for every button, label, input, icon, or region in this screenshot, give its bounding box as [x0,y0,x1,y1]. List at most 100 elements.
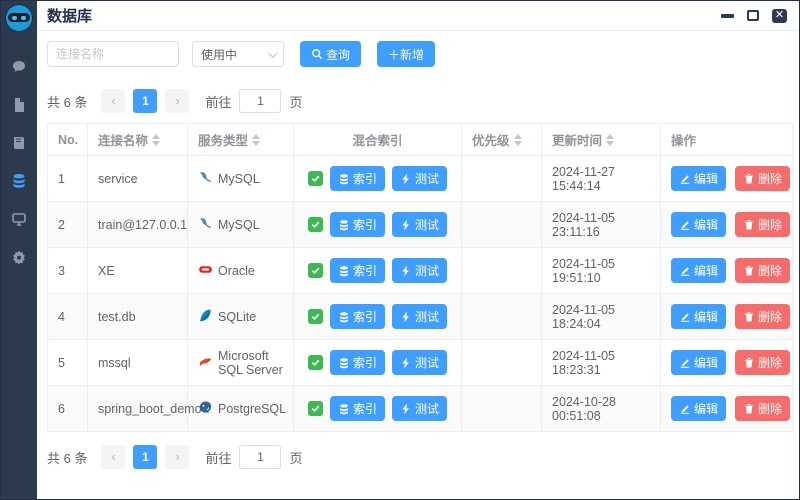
index-button[interactable]: 索引 [330,304,385,329]
index-button[interactable]: 索引 [330,396,385,421]
checked-checkbox-icon[interactable] [308,355,323,370]
checked-checkbox-icon[interactable] [308,171,323,186]
priority-cell [462,248,542,294]
index-button[interactable]: 索引 [330,258,385,283]
close-icon[interactable]: ✕ [772,9,787,23]
edit-button[interactable]: 编辑 [671,258,726,283]
column-header[interactable]: 连接名称 [88,124,188,156]
sidebar-item-notebook[interactable] [10,134,28,152]
operations-cell: 编辑删除 [661,386,793,432]
delete-button[interactable]: 删除 [735,396,790,421]
edit-button[interactable]: 编辑 [671,212,726,237]
table-row: 3XEOracle索引测试2024-11-05 19:51:10编辑删除 [48,248,793,294]
service-type-label: MySQL [218,172,260,186]
service-type-cell: SQLite [188,294,294,340]
delete-button[interactable]: 删除 [735,258,790,283]
goto-page-input[interactable] [239,445,281,469]
sort-caret-icon[interactable] [606,134,614,146]
page-number-button[interactable]: 1 [133,89,157,113]
service-type-cell: MySQL [188,202,294,248]
operations-cell: 编辑删除 [661,156,793,202]
index-button[interactable]: 索引 [330,212,385,237]
edit-button[interactable]: 编辑 [671,396,726,421]
goto-label: 前往 [205,448,231,467]
status-select[interactable]: 使用中 [192,41,284,67]
database-icon [11,173,27,189]
sidebar-item-settings[interactable] [10,248,28,266]
table-row: 2train@127.0.0.1MySQL索引测试2024-11-05 23:1… [48,202,793,248]
service-type-cell: MySQL [188,156,294,202]
sort-caret-icon[interactable] [252,134,260,146]
column-header-label: No. [58,133,78,147]
test-button[interactable]: 测试 [392,304,447,329]
service-type-label: Microsoft SQL Server [218,349,283,377]
priority-cell [462,340,542,386]
book-icon [11,135,27,151]
search-button[interactable]: 查询 [300,41,361,67]
checked-checkbox-icon[interactable] [308,401,323,416]
sidebar-item-database[interactable] [10,172,28,190]
main-content: 使用中 查询 ＋新增 共 6 条 ‹ 1 › 前往 页 [37,31,799,469]
updated-time-cell: 2024-11-05 18:23:31 [542,340,661,386]
edit-button[interactable]: 编辑 [671,166,726,191]
sort-caret-icon[interactable] [152,134,160,146]
delete-button[interactable]: 删除 [735,166,790,191]
test-button[interactable]: 测试 [392,166,447,191]
service-type-cell: Oracle [188,248,294,294]
delete-button[interactable]: 删除 [735,350,790,375]
page-title: 数据库 [47,5,92,26]
checked-checkbox-icon[interactable] [308,217,323,232]
mixed-index-cell: 索引测试 [294,156,462,202]
sort-caret-icon[interactable] [514,134,522,146]
test-button[interactable]: 测试 [392,258,447,283]
mssql-icon [198,354,213,372]
checked-checkbox-icon[interactable] [308,263,323,278]
index-button[interactable]: 索引 [330,166,385,191]
index-button[interactable]: 索引 [330,350,385,375]
delete-button[interactable]: 删除 [735,212,790,237]
edit-button[interactable]: 编辑 [671,350,726,375]
column-header-label: 混合索引 [352,130,402,149]
test-button[interactable]: 测试 [392,350,447,375]
column-header[interactable]: 服务类型 [188,124,294,156]
column-header[interactable]: 更新时间 [542,124,661,156]
priority-cell [462,202,542,248]
sidebar-item-documents[interactable] [10,96,28,114]
mixed-index-cell: 索引测试 [294,248,462,294]
page-number-button[interactable]: 1 [133,445,157,469]
postgresql-icon [198,400,213,418]
priority-cell [462,386,542,432]
row-number-cell: 3 [48,248,88,294]
next-page-button[interactable]: › [165,445,189,469]
mysql-icon [198,216,213,234]
delete-button[interactable]: 删除 [735,304,790,329]
connection-name-cell: service [88,156,188,202]
service-type-label: SQLite [218,310,256,324]
total-count: 共 6 条 [47,448,87,467]
connection-name-input[interactable] [47,41,179,67]
edit-button[interactable]: 编辑 [671,304,726,329]
priority-cell [462,294,542,340]
oracle-icon [198,262,213,280]
sidebar-item-chat[interactable] [10,58,28,76]
test-button[interactable]: 测试 [392,212,447,237]
goto-page-input[interactable] [239,89,281,113]
maximize-icon[interactable] [747,10,759,21]
updated-time-cell: 2024-11-05 18:24:04 [542,294,661,340]
minimize-icon[interactable] [721,14,734,18]
next-page-button[interactable]: › [165,89,189,113]
add-button[interactable]: ＋新增 [377,41,435,67]
prev-page-button[interactable]: ‹ [101,445,125,469]
sidebar-item-monitor[interactable] [10,210,28,228]
test-button[interactable]: 测试 [392,396,447,421]
updated-time-cell: 2024-10-28 00:51:08 [542,386,661,432]
connection-name-cell: XE [88,248,188,294]
gear-icon [11,249,27,265]
checked-checkbox-icon[interactable] [308,309,323,324]
prev-page-button[interactable]: ‹ [101,89,125,113]
updated-time-cell: 2024-11-05 19:51:10 [542,248,661,294]
row-number-cell: 2 [48,202,88,248]
column-header[interactable]: 优先级 [462,124,542,156]
row-number-cell: 5 [48,340,88,386]
column-header-label: 优先级 [472,130,510,149]
